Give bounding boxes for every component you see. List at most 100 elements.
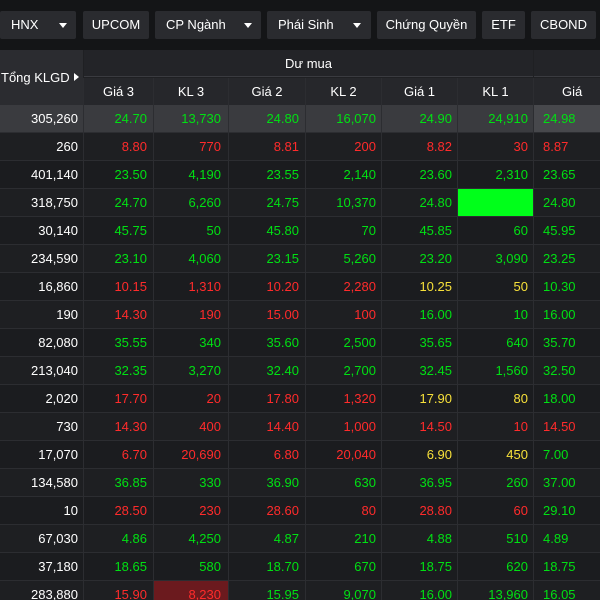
table-row[interactable]: 30,140 45.75 50 45.80 70 45.85 60 45.95 [0,217,600,245]
table-row[interactable]: 67,030 4.86 4,250 4.87 210 4.88 510 4.89 [0,525,600,553]
bid-price-2-cell: 15.95 [266,587,299,600]
bid-price-3-cell: 23.50 [114,167,147,182]
tab-phai-sinh[interactable]: Phái Sinh [267,11,371,39]
total-volume-cell: 30,140 [38,223,78,238]
table-row[interactable]: 730 14.30 400 14.40 1,000 14.50 10 14.50 [0,413,600,441]
bid-price-3-cell: 4.86 [121,531,147,546]
bid-price-1-cell: 10.25 [419,279,452,294]
bid-volume-3-cell: 770 [199,139,221,154]
bid-group-title: Dư mua [84,50,533,77]
bid-price-1-cell: 16.00 [419,307,452,322]
bid-price-2-cell: 24.80 [266,111,299,126]
total-volume-cell: 190 [56,307,78,322]
price-cell: 16.05 [543,587,576,600]
bid-volume-2-cell: 2,700 [343,363,376,378]
price-cell: 32.50 [543,363,576,378]
bid-price-2-cell: 32.40 [266,363,299,378]
bid-volume-3-cell: 13,730 [181,111,221,126]
bid-volume-1-cell: 3,090 [495,251,528,266]
total-volume-cell: 318,750 [31,195,78,210]
bid-price-2-cell: 23.15 [266,251,299,266]
bid-price-1-cell: 16.00 [419,587,452,600]
tab-cbond[interactable]: CBOND [531,11,596,39]
bid-price-3-cell: 14.30 [114,419,147,434]
chevron-down-icon [59,23,67,28]
table-row[interactable]: 190 14.30 190 15.00 100 16.00 10 16.00 [0,301,600,329]
table-row[interactable]: 260 8.80 770 8.81 200 8.82 30 8.87 [0,133,600,161]
total-volume-cell: 730 [56,419,78,434]
total-volume-cell: 234,590 [31,251,78,266]
bid-volume-3-cell: 3,270 [188,363,221,378]
bid-volume-2-cell: 2,140 [343,167,376,182]
bid-price-1-cell: 35.65 [419,335,452,350]
tab-chung-quyen-label: Chứng Quyền [385,17,468,32]
expand-arrow-icon[interactable] [74,73,79,81]
price-cell: 23.25 [543,251,576,266]
bid-price-1-cell: 24.80 [419,195,452,210]
bid-volume-1-cell: 2,310 [495,167,528,182]
bid-price-3-cell: 15.90 [114,587,147,600]
table-row[interactable]: 234,590 23.10 4,060 23.15 5,260 23.20 3,090 23.… [0,245,600,273]
tab-cp-nganh[interactable]: CP Ngành [155,11,261,39]
bid-volume-3-cell: 20,690 [181,447,221,462]
total-volume-cell: 17,070 [38,447,78,462]
tab-upcom-label: UPCOM [91,17,141,32]
table-row[interactable]: 2,020 17.70 20 17.80 1,320 17.90 80 18.00 [0,385,600,413]
bid-volume-3-cell: 230 [199,503,221,518]
ask-group-title [534,50,600,77]
bid-volume-1-cell: 620 [506,559,528,574]
table-row[interactable]: 82,080 35.55 340 35.60 2,500 35.65 640 35.70 [0,329,600,357]
bid-price-1-cell: 28.80 [419,503,452,518]
price-cell: 24.98 [543,111,576,126]
bid-volume-2-cell: 5,260 [343,251,376,266]
bid-price-2-cell: 28.60 [266,503,299,518]
total-volume-header[interactable]: Tổng KLGD [0,50,83,105]
tab-cp-nganh-label: CP Ngành [166,17,226,32]
bid-volume-2-cell: 70 [361,223,376,238]
table-row[interactable]: 17,070 6.70 20,690 6.80 20,040 6.90 450 7.00 [0,441,600,469]
price-cell: 23.65 [543,167,576,182]
bid-price-3-cell: 32.35 [114,363,147,378]
tab-upcom[interactable]: UPCOM [83,11,149,39]
price-cell: 16.00 [543,307,576,322]
price-cell: 18.00 [543,391,576,406]
price-cell: 10.30 [543,279,576,294]
bid-volume-2-cell: 80 [361,503,376,518]
bid-volume-2-cell: 10,370 [336,195,376,210]
table-row[interactable]: 37,180 18.65 580 18.70 670 18.75 620 18.75 [0,553,600,581]
tab-hnx[interactable]: HNX [0,11,76,39]
bid-price-1-cell: 17.90 [419,391,452,406]
total-volume-cell: 37,180 [38,559,78,574]
bid-volume-3-cell: 190 [199,307,221,322]
table-row[interactable]: 401,140 23.50 4,190 23.55 2,140 23.60 2,310 23.… [0,161,600,189]
bid-volume-3-cell: 4,250 [188,531,221,546]
table-row[interactable]: 283,880 15.90 8,230 15.95 9,070 16.00 13,960 16… [0,581,600,600]
tab-chung-quyen[interactable]: Chứng Quyền [377,11,476,39]
total-volume-cell: 67,030 [38,531,78,546]
bid-price-3-cell: 24.70 [114,195,147,210]
tab-hnx-label: HNX [11,17,39,32]
column-divider [153,78,154,600]
table-row[interactable]: 134,580 36.85 330 36.90 630 36.95 260 37.00 [0,469,600,497]
bid-price-2-cell: 14.40 [266,419,299,434]
bid-volume-3-cell: 580 [199,559,221,574]
table-row[interactable]: 318,750 24.70 6,260 24.75 10,370 24.80 24.80 [0,189,600,217]
tab-cbond-label: CBOND [540,17,587,32]
bid-price-1-cell: 8.82 [426,139,452,154]
table-row[interactable]: 305,260 24.70 13,730 24.80 16,070 24.90 24,910… [0,105,600,133]
bid-volume-2-cell: 2,280 [343,279,376,294]
table-row[interactable]: 10 28.50 230 28.60 80 28.80 60 29.10 [0,497,600,525]
bid-volume-1-cell: 13,960 [488,587,528,600]
tab-phai-sinh-label: Phái Sinh [278,17,334,32]
column-divider [83,78,84,600]
table-row[interactable]: 16,860 10.15 1,310 10.20 2,280 10.25 50 10.30 [0,273,600,301]
bid-volume-3-cell: 20 [206,391,221,406]
bid-price-2-cell: 18.70 [266,559,299,574]
bid-price-3-cell: 17.70 [114,391,147,406]
bid-volume-2-cell: 20,040 [336,447,376,462]
bid-volume-1-cell: 510 [506,531,528,546]
tab-etf[interactable]: ETF [482,11,525,39]
table-row[interactable]: 213,040 32.35 3,270 32.40 2,700 32.45 1,560 32.… [0,357,600,385]
bid-volume-3-cell: 340 [199,335,221,350]
bid-price-1-cell: 4.88 [426,531,452,546]
